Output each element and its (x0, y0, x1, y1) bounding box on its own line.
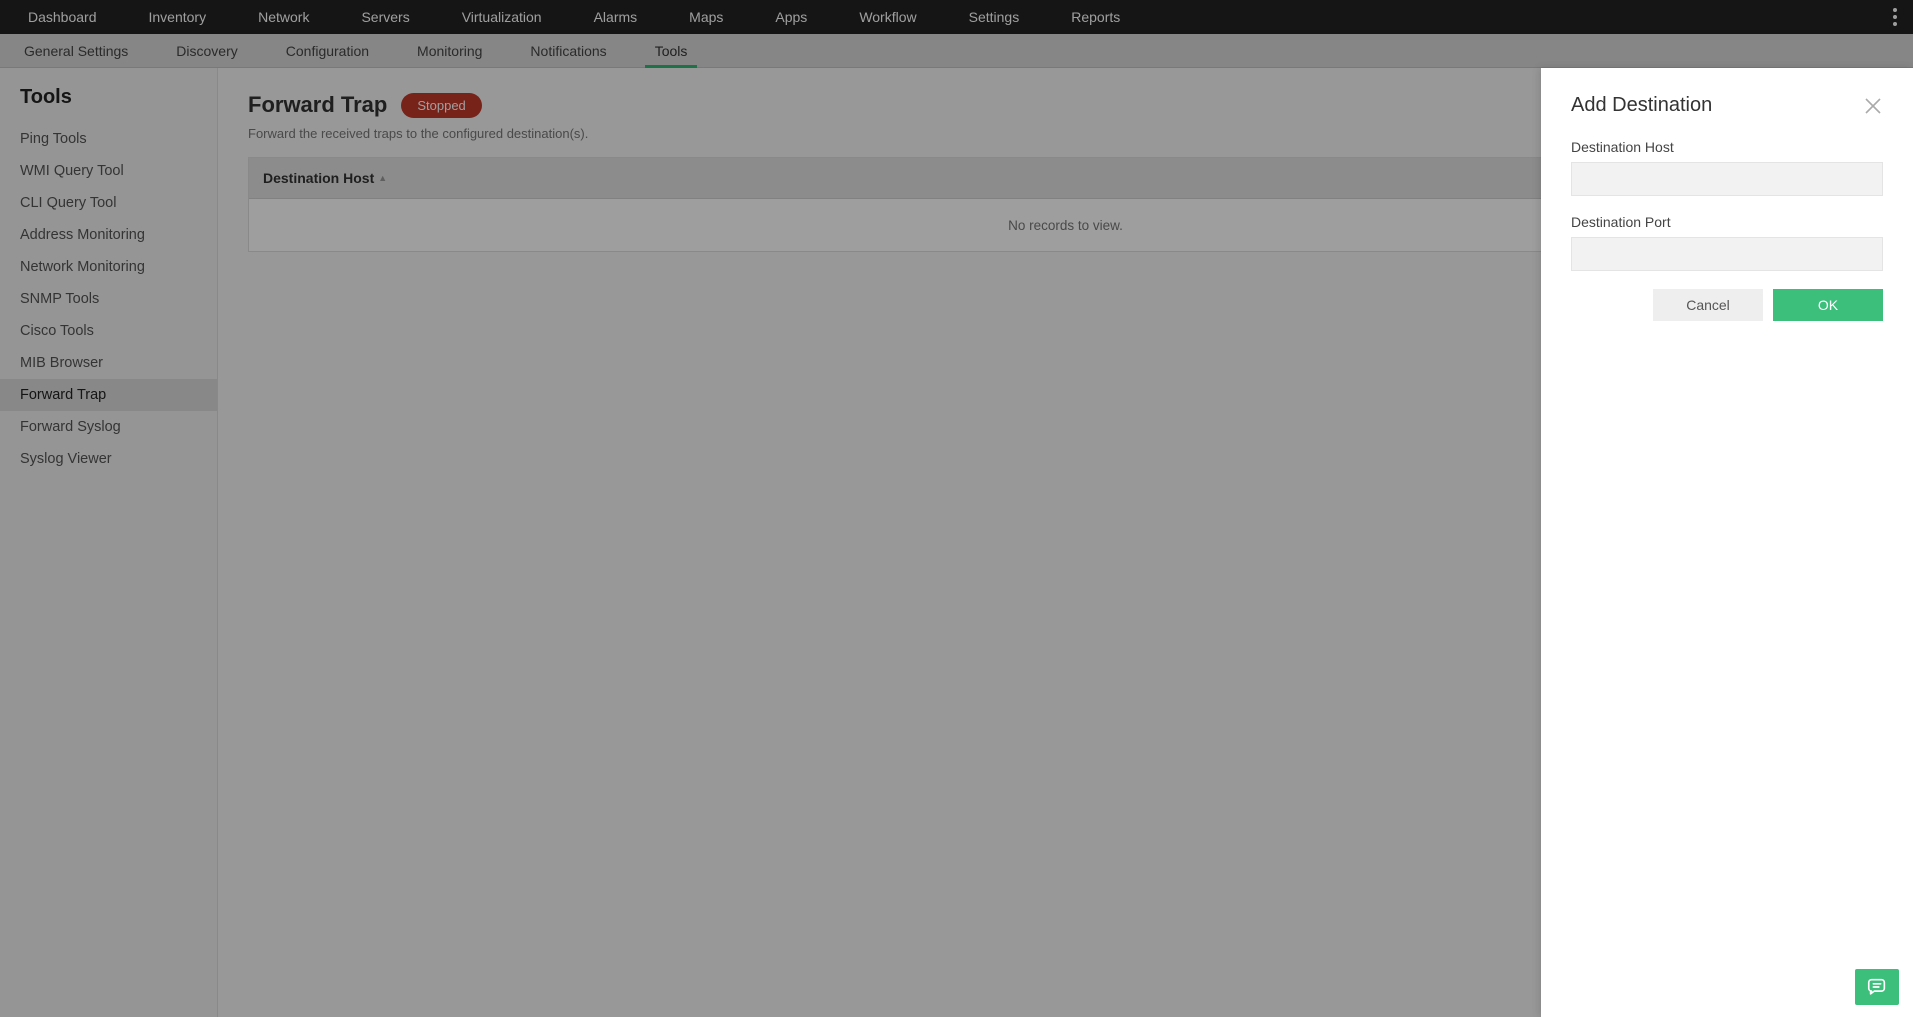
panel-title: Add Destination (1571, 94, 1712, 117)
destination-port-input[interactable] (1571, 237, 1883, 271)
modal-overlay[interactable] (0, 0, 1541, 1017)
destination-host-input[interactable] (1571, 162, 1883, 196)
ok-button[interactable]: OK (1773, 289, 1883, 321)
form-group-port: Destination Port (1571, 214, 1883, 271)
modal-overlay-top[interactable] (1541, 0, 1913, 68)
destination-port-label: Destination Port (1571, 214, 1883, 230)
panel-header: Add Destination (1571, 94, 1883, 117)
form-group-host: Destination Host (1571, 139, 1883, 196)
cancel-button[interactable]: Cancel (1653, 289, 1763, 321)
destination-host-label: Destination Host (1571, 139, 1883, 155)
panel-actions: Cancel OK (1571, 289, 1883, 321)
close-icon[interactable] (1863, 96, 1883, 116)
add-destination-panel: Add Destination Destination Host Destina… (1541, 68, 1913, 1017)
chat-icon[interactable] (1855, 969, 1899, 1005)
